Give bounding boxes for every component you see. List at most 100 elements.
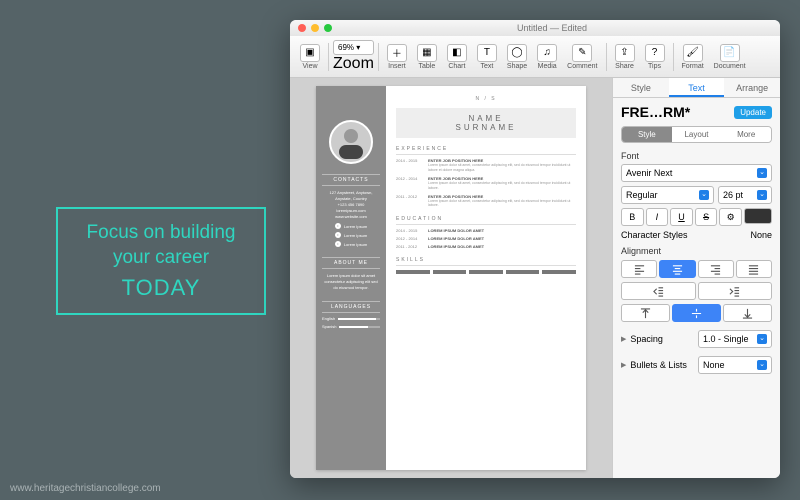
spacing-row[interactable]: ▶ Spacing 1.0 - Single⌄ — [621, 330, 772, 348]
toolbar-view-button[interactable]: ▣View — [296, 42, 324, 72]
tips-icon: ? — [645, 44, 665, 62]
experience-item: 2014 - 2015ENTER JOB POSITION HERELorem … — [396, 158, 576, 173]
align-center-button[interactable] — [659, 260, 695, 278]
toolbar-table-button[interactable]: ▦Table — [413, 42, 441, 72]
subtab-more[interactable]: More — [721, 127, 771, 142]
table-icon: ▦ — [417, 44, 437, 62]
text-subtabs: Style Layout More — [621, 126, 772, 143]
contacts-heading: CONTACTS — [322, 174, 380, 186]
strike-button[interactable]: S — [695, 208, 718, 226]
view-icon: ▣ — [300, 44, 320, 62]
inspector-tabs: Style Text Arrange — [613, 78, 780, 98]
resume-sidebar: CONTACTS 127 Anystreet, Anytown,Anystate… — [316, 86, 386, 470]
share-icon: ⇪ — [615, 44, 635, 62]
window-title: Untitled — Edited — [332, 23, 772, 33]
align-top-button[interactable] — [621, 304, 670, 322]
indent-button[interactable] — [698, 282, 773, 300]
promo-line3: TODAY — [122, 275, 201, 301]
close-icon[interactable] — [298, 24, 306, 32]
character-styles-value[interactable]: None — [750, 230, 772, 240]
toolbar-format-button[interactable]: 🖌Format — [678, 42, 708, 72]
text-icon: T — [477, 44, 497, 62]
resume-main: N / S NAME SURNAME EXPERIENCE 2014 - 201… — [386, 86, 586, 470]
shape-icon: ◯ — [507, 44, 527, 62]
social-item: •Lorem Ipsum — [335, 223, 367, 229]
bullets-row[interactable]: ▶ Bullets & Lists None⌄ — [621, 356, 772, 374]
font-style-select[interactable]: Regular⌄ — [621, 186, 714, 204]
social-item: •Lorem Ipsum — [335, 241, 367, 247]
tab-arrange[interactable]: Arrange — [724, 78, 780, 97]
document-icon: 📄 — [720, 44, 740, 62]
align-left-button[interactable] — [621, 260, 657, 278]
chart-icon: ◧ — [447, 44, 467, 62]
align-middle-button[interactable] — [672, 304, 721, 322]
inspector-panel: Style Text Arrange FRE…RM* Update Style … — [612, 78, 780, 478]
align-right-button[interactable] — [698, 260, 734, 278]
education-heading: EDUCATION — [396, 216, 576, 225]
toolbar-text-button[interactable]: TText — [473, 42, 501, 72]
update-button[interactable]: Update — [734, 106, 772, 119]
experience-item: 2011 - 2012ENTER JOB POSITION HERELorem … — [396, 194, 576, 209]
outdent-button[interactable] — [621, 282, 696, 300]
toolbar: ▣View 69% ▾Zoom ＋Insert▦Table◧ChartTText◯S… — [290, 36, 780, 78]
italic-button[interactable]: I — [646, 208, 669, 226]
bold-button[interactable]: B — [621, 208, 644, 226]
insert-icon: ＋ — [387, 44, 407, 62]
monogram: N / S — [396, 96, 576, 102]
name-box: NAME SURNAME — [396, 108, 576, 138]
text-options-button[interactable]: ⚙ — [719, 208, 742, 226]
maximize-icon[interactable] — [324, 24, 332, 32]
first-name: NAME — [402, 114, 570, 123]
toolbar-media-button[interactable]: ♫Media — [533, 42, 561, 72]
paragraph-style-name[interactable]: FRE…RM* — [621, 104, 730, 120]
about-heading: ABOUT ME — [322, 257, 380, 269]
app-window: Untitled — Edited ▣View69% ▾Zoom＋Insert▦… — [290, 20, 780, 478]
font-label: Font — [621, 151, 772, 161]
toolbar-tips-button[interactable]: ?Tips — [641, 42, 669, 72]
chevron-down-icon: ⌄ — [757, 168, 767, 178]
skills-heading: SKILLS — [396, 257, 576, 266]
education-item: 2012 - 2014LOREM IPSUM DOLOR AMET — [396, 236, 576, 241]
disclosure-triangle-icon: ▶ — [621, 361, 626, 369]
font-family-select[interactable]: Avenir Next⌄ — [621, 164, 772, 182]
text-color-swatch[interactable] — [744, 208, 772, 224]
align-bottom-button[interactable] — [723, 304, 772, 322]
underline-button[interactable]: U — [670, 208, 693, 226]
subtab-style[interactable]: Style — [622, 127, 672, 142]
education-item: 2014 - 2015LOREM IPSUM DOLOR AMET — [396, 228, 576, 233]
promo-line2: your career — [113, 246, 209, 271]
last-name: SURNAME — [402, 123, 570, 132]
minimize-icon[interactable] — [311, 24, 319, 32]
toolbar-shape-button[interactable]: ◯Shape — [503, 42, 531, 72]
titlebar[interactable]: Untitled — Edited — [290, 20, 780, 36]
toolbar-insert-button[interactable]: ＋Insert — [383, 42, 411, 72]
stepper-icon: ⌄ — [757, 190, 767, 200]
tab-text[interactable]: Text — [669, 78, 725, 97]
spacing-label: Spacing — [630, 334, 694, 344]
language-item: Spanish — [322, 324, 380, 329]
social-item: •Lorem Ipsum — [335, 232, 367, 238]
bullets-select[interactable]: None⌄ — [698, 356, 772, 374]
align-justify-button[interactable] — [736, 260, 772, 278]
experience-item: 2012 - 2014ENTER JOB POSITION HERELorem … — [396, 176, 576, 191]
watermark: www.heritagechristiancollege.com — [10, 483, 161, 494]
toolbar-chart-button[interactable]: ◧Chart — [443, 42, 471, 72]
subtab-layout[interactable]: Layout — [672, 127, 722, 142]
font-size-field[interactable]: 26 pt⌄ — [718, 186, 772, 204]
chevron-down-icon: ⌄ — [699, 190, 709, 200]
toolbar-document-button[interactable]: 📄Document — [710, 42, 750, 72]
comment-icon: ✎ — [572, 44, 592, 62]
alignment-label: Alignment — [621, 246, 772, 256]
contacts-text: 127 Anystreet, Anytown,Anystate, Country… — [330, 190, 373, 220]
tab-style[interactable]: Style — [613, 78, 669, 97]
toolbar-share-button[interactable]: ⇪Share — [611, 42, 639, 72]
resume-page[interactable]: CONTACTS 127 Anystreet, Anytown,Anystate… — [316, 86, 586, 470]
spacing-select[interactable]: 1.0 - Single⌄ — [698, 330, 772, 348]
toolbar-comment-button[interactable]: ✎Comment — [563, 42, 601, 72]
avatar — [329, 120, 373, 164]
document-canvas[interactable]: CONTACTS 127 Anystreet, Anytown,Anystate… — [290, 78, 612, 478]
zoom-select[interactable]: 69% ▾Zoom — [333, 40, 374, 73]
chevron-down-icon: ⌄ — [757, 334, 767, 344]
bullets-label: Bullets & Lists — [630, 360, 694, 370]
languages-heading: LANGUAGES — [322, 301, 380, 313]
